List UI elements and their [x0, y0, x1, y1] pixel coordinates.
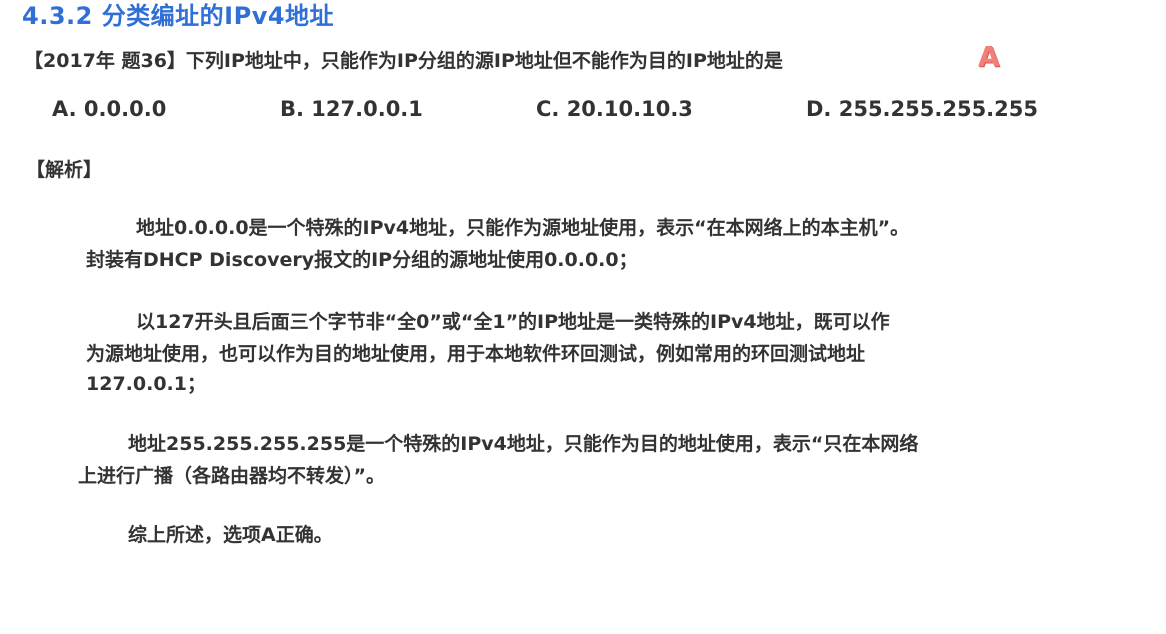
- conclusion-line: 综上所述，选项A正确。: [128, 524, 333, 546]
- analysis-line: 地址0.0.0.0是一个特殊的IPv4地址，只能作为源地址使用，表示“在本网络上…: [136, 217, 910, 239]
- question-text: 【2017年 题36】下列IP地址中，只能作为IP分组的源IP地址但不能作为目的…: [24, 50, 783, 72]
- answer-mark: A: [978, 40, 1000, 73]
- analysis-line: 以127开头且后面三个字节非“全0”或“全1”的IP地址是一类特殊的IPv4地址…: [136, 311, 890, 333]
- option-d: D. 255.255.255.255: [806, 97, 1038, 121]
- option-a: A. 0.0.0.0: [52, 97, 167, 121]
- analysis-line: 127.0.0.1；: [86, 373, 206, 395]
- analysis-line: 为源地址使用，也可以作为目的地址使用，用于本地软件环回测试，例如常用的环回测试地…: [86, 343, 866, 365]
- option-c: C. 20.10.10.3: [536, 97, 693, 121]
- analysis-heading: 【解析】: [26, 159, 103, 181]
- section-title: 4.3.2 分类编址的IPv4地址: [22, 2, 335, 30]
- option-b: B. 127.0.0.1: [280, 97, 423, 121]
- analysis-line: 封装有DHCP Discovery报文的IP分组的源地址使用0.0.0.0；: [86, 249, 638, 271]
- analysis-line: 地址255.255.255.255是一个特殊的IPv4地址，只能作为目的地址使用…: [128, 433, 919, 455]
- analysis-line: 上进行广播（各路由器均不转发）”。: [78, 465, 385, 487]
